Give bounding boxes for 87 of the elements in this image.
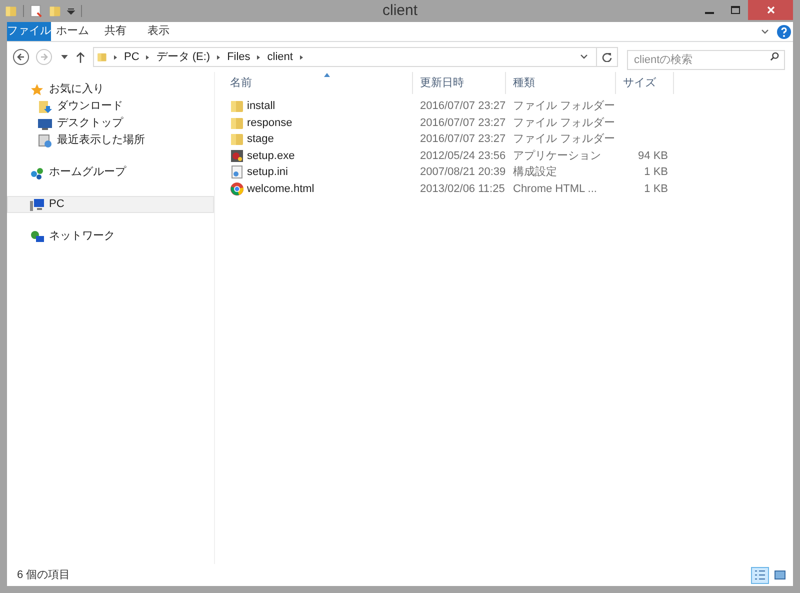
file-name: stage — [247, 132, 274, 147]
recent-places-icon — [38, 134, 52, 148]
file-name: response — [247, 116, 292, 130]
modified-date: 2016/07/07 23:27 — [419, 132, 506, 147]
up-arrow-icon[interactable] — [76, 52, 85, 62]
file-size: 1 KB — [644, 182, 668, 196]
recent-locations-icon[interactable] — [61, 54, 68, 60]
ribbon-tab[interactable]: ファイル — [7, 22, 51, 41]
address-bar[interactable]: PC データ (E:) Files client — [93, 47, 618, 67]
file-row[interactable]: setup.ini 2007/08/21 20:39 構成設定 1 KB — [223, 164, 793, 180]
file-name: install — [247, 99, 276, 114]
computer-icon — [30, 198, 44, 212]
help-icon[interactable] — [777, 24, 791, 38]
modified-date: 2012/05/24 23:56 — [419, 148, 506, 164]
sidebar-item[interactable]: ホームグループ — [7, 164, 214, 181]
star-icon — [30, 82, 44, 96]
properties-icon[interactable] — [30, 4, 43, 18]
new-folder-icon — [49, 4, 61, 18]
chevron-icon[interactable] — [114, 54, 117, 60]
refresh-icon[interactable] — [602, 52, 612, 62]
sort-ascending-icon — [324, 73, 330, 77]
folder-icon — [230, 132, 244, 146]
column-header[interactable]: 更新日時 — [413, 72, 506, 94]
modified-date: 2016/07/07 23:27 — [419, 116, 506, 130]
download-folder-icon — [38, 100, 52, 114]
forward-arrow-icon — [40, 53, 48, 61]
breadcrumb-item[interactable]: Files — [227, 48, 250, 66]
list-icon — [754, 569, 766, 581]
search-icon[interactable] — [770, 52, 779, 61]
application-icon — [230, 148, 244, 163]
back-button[interactable] — [13, 49, 29, 65]
sidebar-item[interactable]: ネットワーク — [7, 228, 214, 245]
file-row[interactable]: response 2016/07/07 23:27 ファイル フォルダー — [223, 114, 793, 131]
folder-icon — [230, 116, 244, 130]
file-row[interactable]: install 2016/07/07 23:27 ファイル フォルダー — [223, 98, 793, 114]
file-row[interactable]: setup.exe 2012/05/24 23:56 アプリケーション 94 KB — [223, 148, 793, 164]
file-type: ファイル フォルダー — [512, 116, 616, 130]
file-type: ファイル フォルダー — [512, 132, 616, 147]
modified-date: 2016/07/07 23:27 — [419, 99, 506, 114]
breadcrumb-item[interactable]: データ (E:) — [156, 48, 210, 66]
browser-icon — [230, 182, 244, 196]
breadcrumb-item[interactable]: PC — [124, 48, 140, 66]
sidebar-item[interactable]: 最近表示した場所 — [7, 132, 214, 149]
settings-file-icon — [230, 165, 244, 180]
file-name: setup.ini — [247, 165, 288, 180]
back-arrow-icon — [17, 53, 25, 61]
file-row[interactable]: stage 2016/07/07 23:27 ファイル フォルダー — [223, 131, 793, 148]
ribbon-tab[interactable]: 表示 — [140, 22, 177, 41]
window-title: client — [382, 0, 418, 21]
modified-date: 2013/02/06 11:25 — [419, 182, 506, 196]
file-name: welcome.html — [247, 182, 314, 196]
folder-icon — [230, 99, 244, 114]
ribbon-tab[interactable]: ホーム — [54, 22, 91, 41]
column-header[interactable]: 種類 — [506, 72, 616, 94]
sidebar-item[interactable]: ダウンロード — [7, 98, 214, 115]
column-header[interactable]: サイズ — [616, 72, 674, 94]
ribbon-tab[interactable]: 共有 — [97, 22, 134, 41]
image-icon — [774, 569, 786, 581]
folder-icon — [5, 4, 17, 18]
details-view-button[interactable] — [751, 566, 769, 584]
file-type: アプリケーション — [512, 148, 602, 164]
expand-ribbon-icon[interactable] — [761, 28, 769, 34]
file-row[interactable]: welcome.html 2013/02/06 11:25 Chrome HTML ... 1 KB — [223, 180, 793, 197]
file-type: 構成設定 — [512, 164, 558, 180]
chevron-icon[interactable] — [257, 54, 260, 60]
chevron-icon[interactable] — [217, 54, 220, 60]
file-type: Chrome HTML ... — [512, 182, 598, 196]
chevron-icon[interactable] — [146, 54, 150, 60]
search-field[interactable]: clientの検索 — [627, 50, 785, 70]
modified-date: 2007/08/21 20:39 — [419, 165, 506, 180]
dropdown-icon[interactable] — [580, 54, 588, 60]
sidebar-item[interactable]: お気に入り — [7, 81, 214, 98]
file-type: ファイル フォルダー — [512, 99, 616, 114]
dropdown-icon[interactable] — [67, 7, 75, 15]
close-button[interactable] — [748, 0, 793, 20]
status-text: 6 個の項目 — [17, 568, 70, 583]
file-name: setup.exe — [247, 148, 295, 164]
close-icon — [766, 6, 774, 14]
sidebar-item[interactable]: PC — [7, 196, 214, 213]
chevron-icon[interactable] — [300, 54, 303, 60]
file-size: 1 KB — [644, 165, 668, 180]
homegroup-icon — [30, 166, 44, 180]
sidebar-item[interactable]: デスクトップ — [7, 115, 214, 132]
breadcrumb-item[interactable]: client — [267, 48, 293, 66]
monitor-icon — [38, 116, 52, 130]
file-size: 94 KB — [638, 148, 668, 164]
network-icon — [30, 230, 44, 244]
